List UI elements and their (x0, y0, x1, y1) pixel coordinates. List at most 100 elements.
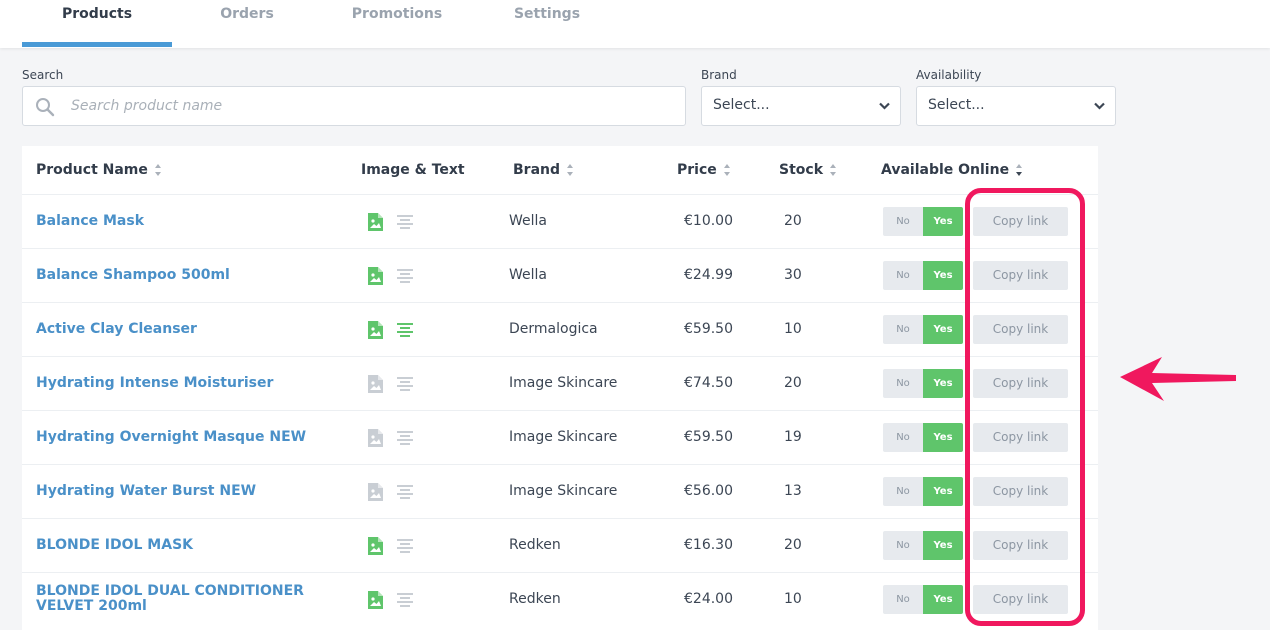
text-align-icon[interactable] (396, 322, 414, 338)
image-icon[interactable] (368, 429, 383, 447)
text-align-icon[interactable] (396, 268, 414, 284)
text-align-icon[interactable] (396, 376, 414, 392)
image-icon[interactable] (368, 375, 383, 393)
available-online-toggle[interactable]: No Yes (883, 315, 963, 344)
toggle-no[interactable]: No (883, 207, 923, 236)
sort-icon (830, 164, 837, 176)
arrow-left-icon (1120, 357, 1236, 401)
chevron-down-icon (879, 102, 890, 110)
toggle-no[interactable]: No (883, 585, 923, 614)
search-label: Search (22, 68, 64, 82)
sort-icon (154, 164, 161, 176)
price-cell: €74.50 (684, 375, 733, 391)
available-online-toggle[interactable]: No Yes (883, 477, 963, 506)
available-online-toggle[interactable]: No Yes (883, 207, 963, 236)
available-online-toggle[interactable]: No Yes (883, 585, 963, 614)
product-name-link[interactable]: BLONDE IDOL MASK (36, 538, 326, 553)
toggle-yes[interactable]: Yes (923, 531, 963, 560)
table-row: Hydrating Overnight Masque NEW Image Skin… (22, 410, 1098, 464)
image-icon[interactable] (368, 591, 383, 609)
text-align-icon[interactable] (396, 430, 414, 446)
brand-cell: Image Skincare (509, 483, 618, 499)
price-cell: €10.00 (684, 213, 733, 229)
text-align-icon[interactable] (396, 484, 414, 500)
toggle-yes[interactable]: Yes (923, 315, 963, 344)
column-header-brand[interactable]: Brand (513, 162, 574, 178)
toggle-no[interactable]: No (883, 531, 923, 560)
copy-link-button[interactable]: Copy link (973, 423, 1068, 452)
product-name-link[interactable]: Balance Mask (36, 214, 326, 229)
copy-link-button[interactable]: Copy link (973, 261, 1068, 290)
toggle-yes[interactable]: Yes (923, 369, 963, 398)
text-align-icon[interactable] (396, 538, 414, 554)
stock-cell: 20 (784, 375, 802, 391)
toggle-no[interactable]: No (883, 477, 923, 506)
available-online-toggle[interactable]: No Yes (883, 531, 963, 560)
header-label: Price (677, 162, 717, 178)
product-name-link[interactable]: BLONDE IDOL DUAL CONDITIONER VELVET 200m… (36, 584, 326, 614)
toggle-yes[interactable]: Yes (923, 477, 963, 506)
availability-select[interactable]: Select... (916, 86, 1116, 126)
column-header-product-name[interactable]: Product Name (36, 162, 162, 178)
price-cell: €59.50 (684, 429, 733, 445)
copy-link-button[interactable]: Copy link (973, 369, 1068, 398)
image-icon[interactable] (368, 267, 383, 285)
text-align-icon[interactable] (396, 214, 414, 230)
search-icon (36, 98, 55, 117)
product-name-link[interactable]: Hydrating Intense Moisturiser (36, 376, 326, 391)
copy-link-button[interactable]: Copy link (973, 315, 1068, 344)
search-field[interactable] (22, 86, 686, 126)
copy-link-button[interactable]: Copy link (973, 207, 1068, 236)
brand-cell: Redken (509, 591, 561, 607)
brand-select[interactable]: Select... (701, 86, 901, 126)
stock-cell: 30 (784, 267, 802, 283)
available-online-toggle[interactable]: No Yes (883, 261, 963, 290)
tab-promotions[interactable]: Promotions (322, 0, 472, 48)
price-cell: €16.30 (684, 537, 733, 553)
toggle-no[interactable]: No (883, 315, 923, 344)
available-online-toggle[interactable]: No Yes (883, 423, 963, 452)
text-align-icon[interactable] (396, 592, 414, 608)
tab-settings[interactable]: Settings (472, 0, 622, 48)
search-input[interactable] (71, 87, 671, 125)
sort-icon (567, 164, 574, 176)
available-online-toggle[interactable]: No Yes (883, 369, 963, 398)
table-row: Active Clay Cleanser Dermalogica €59.50 10 N… (22, 302, 1098, 356)
table-row: Hydrating Water Burst NEW Image Skincare €… (22, 464, 1098, 518)
toggle-yes[interactable]: Yes (923, 261, 963, 290)
product-name-link[interactable]: Balance Shampoo 500ml (36, 268, 326, 283)
toggle-no[interactable]: No (883, 369, 923, 398)
toggle-no[interactable]: No (883, 423, 923, 452)
product-name-link[interactable]: Hydrating Overnight Masque NEW (36, 430, 326, 445)
product-name-link[interactable]: Hydrating Water Burst NEW (36, 484, 326, 499)
tab-orders[interactable]: Orders (172, 0, 322, 48)
stock-cell: 20 (784, 213, 802, 229)
header-label: Image & Text (361, 162, 465, 178)
tab-products[interactable]: Products (22, 0, 172, 48)
price-cell: €56.00 (684, 483, 733, 499)
copy-link-button[interactable]: Copy link (973, 477, 1068, 506)
toggle-yes[interactable]: Yes (923, 585, 963, 614)
column-header-price[interactable]: Price (677, 162, 731, 178)
tab-bar: Products Orders Promotions Settings (0, 0, 1270, 48)
brand-label: Brand (701, 68, 737, 82)
image-icon[interactable] (368, 321, 383, 339)
image-icon[interactable] (368, 483, 383, 501)
column-header-available-online[interactable]: Available Online (881, 162, 1023, 178)
brand-cell: Wella (509, 267, 547, 283)
copy-link-button[interactable]: Copy link (973, 531, 1068, 560)
image-icon[interactable] (368, 537, 383, 555)
price-cell: €59.50 (684, 321, 733, 337)
toggle-yes[interactable]: Yes (923, 207, 963, 236)
column-header-stock[interactable]: Stock (779, 162, 837, 178)
brand-cell: Image Skincare (509, 429, 618, 445)
product-name-link[interactable]: Active Clay Cleanser (36, 322, 326, 337)
stock-cell: 10 (784, 591, 802, 607)
toggle-yes[interactable]: Yes (923, 423, 963, 452)
table-row: BLONDE IDOL DUAL CONDITIONER VELVET 200m… (22, 572, 1098, 626)
toggle-no[interactable]: No (883, 261, 923, 290)
stock-cell: 10 (784, 321, 802, 337)
image-icon[interactable] (368, 213, 383, 231)
table-row: BLONDE IDOL MASK Redken €16.30 20 No Yes Copy … (22, 518, 1098, 572)
copy-link-button[interactable]: Copy link (973, 585, 1068, 614)
